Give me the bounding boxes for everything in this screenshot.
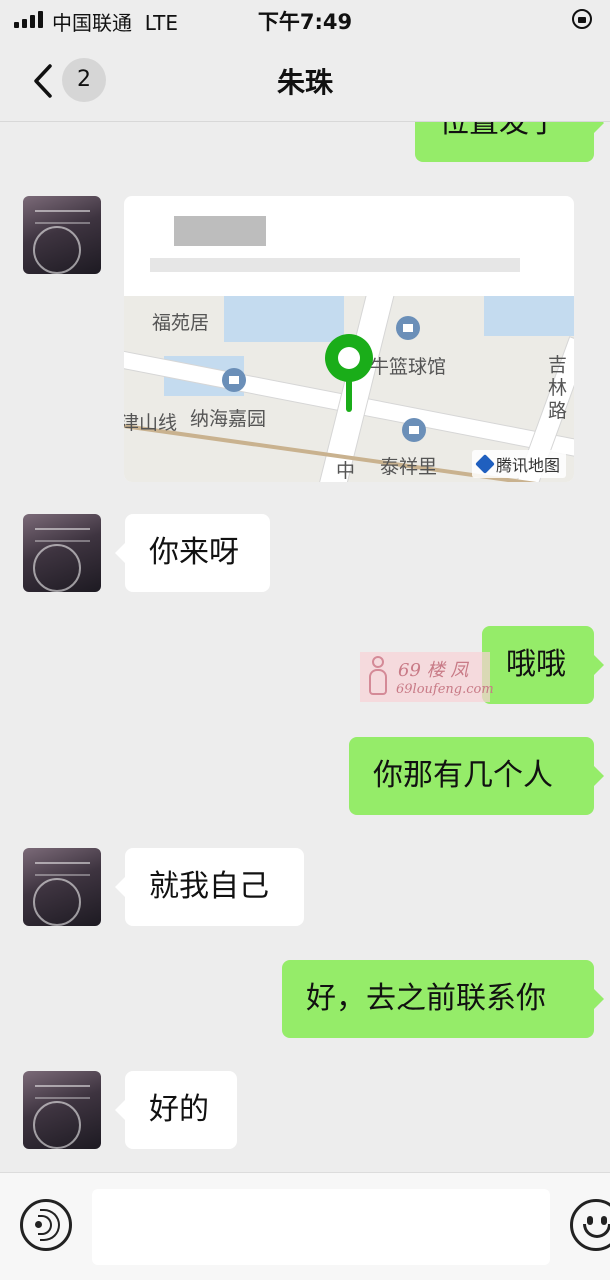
contact-avatar[interactable] — [23, 514, 101, 592]
person-icon — [366, 656, 390, 698]
stadium-poi-icon — [396, 316, 420, 340]
message-bubble-outgoing[interactable]: 好，去之前联系你 — [282, 960, 604, 1038]
location-map[interactable]: 福苑居 牛篮球馆 纳海嘉园 津山线 泰祥里 吉林路 中 腾讯地图 — [124, 296, 574, 482]
map-label: 纳海嘉园 — [190, 408, 267, 430]
map-label: 吉林路 — [548, 354, 568, 422]
message-bubble-incoming[interactable]: 你来呀 — [115, 514, 270, 592]
chat-title[interactable]: 朱珠 — [0, 61, 610, 101]
lock-rotation-icon — [572, 9, 592, 29]
message-input[interactable] — [92, 1189, 550, 1265]
message-list[interactable]: 位置发了 福苑居 牛篮球馆 纳海嘉园 津山线 泰祥里 吉林路 中 腾讯地图 你来… — [0, 122, 610, 1172]
contact-avatar[interactable] — [23, 848, 101, 926]
watermark: 69 楼 凤 69loufeng.com — [360, 652, 494, 702]
map-label: 牛篮球馆 — [370, 356, 447, 378]
status-time: 下午7:49 — [257, 10, 353, 34]
map-pin-icon — [325, 334, 377, 416]
input-bar — [0, 1172, 610, 1280]
location-address — [124, 196, 574, 296]
chat-header: 2 朱珠 — [0, 40, 610, 122]
message-bubble-outgoing[interactable]: 哦哦 — [482, 626, 604, 704]
residence-poi-icon — [402, 418, 426, 442]
map-label: 泰祥里 — [380, 456, 438, 478]
message-bubble-incoming[interactable]: 就我自己 — [115, 848, 304, 926]
message-bubble-outgoing[interactable]: 你那有几个人 — [349, 737, 604, 815]
tencent-map-icon — [475, 454, 495, 474]
message-bubble-outgoing[interactable]: 位置发了 — [415, 122, 604, 162]
residence-poi-icon — [222, 368, 246, 392]
map-label: 津山线 — [124, 412, 178, 434]
status-bar: 中国联通 LTE 下午7:49 — [0, 0, 610, 40]
map-label: 中 — [336, 460, 356, 482]
map-provider-logo: 腾讯地图 — [471, 450, 566, 478]
voice-input-button[interactable] — [20, 1199, 72, 1251]
map-label: 福苑居 — [152, 312, 210, 334]
location-card[interactable]: 福苑居 牛篮球馆 纳海嘉园 津山线 泰祥里 吉林路 中 腾讯地图 — [124, 196, 574, 482]
contact-avatar[interactable] — [23, 1071, 101, 1149]
emoji-button[interactable] — [570, 1199, 610, 1251]
message-bubble-incoming[interactable]: 好的 — [115, 1071, 237, 1149]
contact-avatar[interactable] — [23, 196, 101, 274]
